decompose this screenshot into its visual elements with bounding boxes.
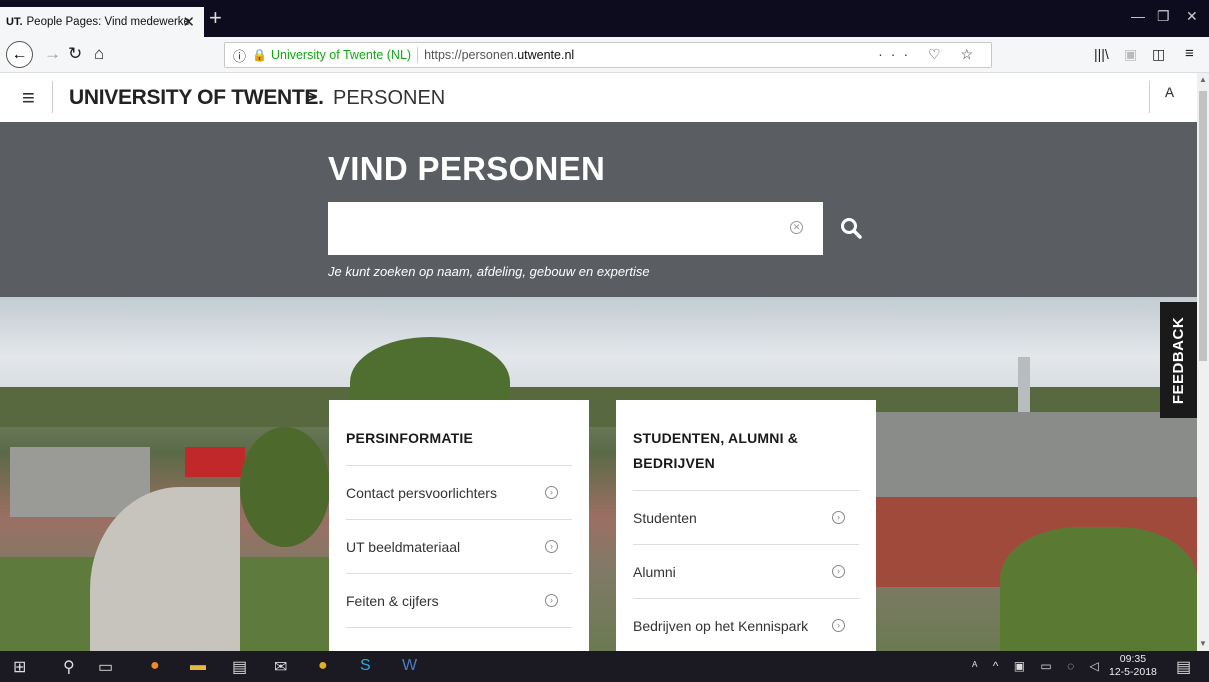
mail-icon[interactable]: ✉ [274, 657, 287, 677]
lock-icon: 🔒 [252, 48, 267, 62]
tab-title: People Pages: Vind medewerke [26, 16, 190, 28]
chevron-right-icon: › [545, 594, 558, 607]
sidebar-icon[interactable]: ◫ [1152, 46, 1165, 63]
page-scrollbar[interactable]: ▲ ▼ [1197, 73, 1209, 651]
hero-trees-right [1000, 527, 1197, 651]
list-item-label: Feiten & cijfers [346, 592, 439, 609]
user-icon[interactable]: ᴬ [1165, 85, 1174, 108]
tab-favicon: UT. [6, 16, 23, 28]
card-studenten-alumni-bedrijven: STUDENTEN, ALUMNI & BEDRIJVEN Studenten … [616, 400, 876, 651]
close-window-icon[interactable]: ✕ [1186, 8, 1198, 25]
forward-icon[interactable]: → [44, 44, 61, 64]
chevron-right-icon: › [545, 540, 558, 553]
hero-red-building [185, 447, 245, 477]
browser-tab[interactable]: UT. People Pages: Vind medewerke ✕ [0, 7, 204, 37]
list-item[interactable]: UT beeldmateriaal › [346, 520, 572, 574]
list-item[interactable]: Feiten & cijfers › [346, 574, 572, 628]
list-item[interactable]: Studenten › [633, 491, 859, 545]
reload-icon[interactable]: ↻ [68, 44, 82, 64]
hero-chimney [1018, 357, 1030, 417]
breadcrumb-separator: > [305, 84, 318, 109]
url-separator [417, 47, 419, 63]
breadcrumb[interactable]: PERSONEN [333, 87, 445, 110]
list-item-label: Studenten [633, 509, 697, 526]
scroll-down-icon[interactable]: ▼ [1199, 639, 1207, 648]
maximize-icon[interactable]: ❐ [1157, 8, 1170, 25]
list-item-label: Contact persvoorlichters [346, 484, 497, 501]
chevron-right-icon: › [545, 486, 558, 499]
card-title: STUDENTEN, ALUMNI & BEDRIJVEN [633, 400, 859, 491]
store-icon[interactable]: ▤ [232, 657, 247, 677]
list-item-label: Alumni [633, 563, 676, 580]
menu-icon[interactable]: ≡ [1185, 45, 1194, 62]
list-item[interactable]: Contact persvoorlichters › [346, 466, 572, 520]
list-item-label: UT beeldmateriaal [346, 538, 461, 555]
chevron-right-icon: › [832, 565, 845, 578]
site-identity[interactable]: University of Twente (NL) [271, 48, 411, 62]
header-divider-right [1149, 81, 1150, 113]
hamburger-icon[interactable]: ≡ [22, 85, 35, 111]
taskbar-clock[interactable]: 09:35 12-5-2018 [1109, 653, 1157, 679]
browser-tab-bar: UT. People Pages: Vind medewerke ✕ + — ❐… [0, 0, 1209, 37]
firefox-icon[interactable]: ● [150, 657, 160, 675]
list-item-label: Bedrijven op het Kennispark [633, 617, 809, 634]
word-icon[interactable]: W [402, 657, 417, 675]
skype-icon[interactable]: S [360, 657, 371, 675]
campus-hero-image [0, 297, 1197, 651]
scroll-up-icon[interactable]: ▲ [1199, 75, 1207, 84]
site-logo[interactable]: UNIVERSITY OF TWENTE. [69, 86, 324, 110]
minimize-icon[interactable]: — [1131, 8, 1145, 24]
home-icon[interactable]: ⌂ [94, 44, 104, 64]
card-title: PERSINFORMATIE [346, 400, 572, 466]
page-actions-icons[interactable]: ··· ♡ ☆ [878, 46, 981, 63]
list-item[interactable]: Bedrijven op het Kennispark › [633, 599, 859, 651]
clear-search-icon[interactable]: ✕ [790, 221, 803, 234]
info-icon[interactable]: ⓘ [233, 46, 246, 65]
search-icon[interactable] [838, 215, 866, 243]
reader-view-icon[interactable]: ▣ [1124, 46, 1137, 63]
chevron-right-icon: › [832, 511, 845, 524]
header-divider [52, 81, 53, 113]
page-title: VIND PERSONEN [328, 150, 606, 187]
site-header: ≡ UNIVERSITY OF TWENTE. > PERSONEN ᴬ [0, 73, 1197, 122]
address-bar[interactable]: ⓘ 🔒 University of Twente (NL) https://pe… [224, 42, 992, 68]
feedback-label: FEEDBACK [1170, 316, 1187, 404]
chevron-right-icon: › [832, 619, 845, 632]
clock-time: 09:35 [1119, 653, 1147, 665]
clock-date: 12-5-2018 [1109, 666, 1157, 678]
notifications-icon[interactable]: ▤ [1176, 657, 1191, 677]
new-tab-button[interactable]: + [209, 7, 222, 29]
scrollbar-thumb[interactable] [1199, 91, 1207, 361]
hero-trees-left [240, 427, 330, 547]
search-section: VIND PERSONEN ✕ Je kunt zoeken op naam, … [0, 122, 1197, 297]
start-icon[interactable]: ⊞ [13, 657, 26, 677]
list-item[interactable]: Alumni › [633, 545, 859, 599]
arrow-left-icon: ← [11, 45, 28, 63]
file-explorer-icon[interactable]: ▬ [190, 657, 206, 675]
chrome-icon[interactable]: ● [318, 657, 328, 675]
tab-close-icon[interactable]: ✕ [182, 13, 195, 31]
search-hint: Je kunt zoeken op naam, afdeling, gebouw… [328, 264, 650, 279]
task-view-icon[interactable]: ▭ [98, 657, 113, 677]
browser-nav-bar: ← → ↻ ⌂ ⓘ 🔒 University of Twente (NL) ht… [0, 37, 1209, 73]
windows-taskbar: ⊞ ⚲ ▭ ● ▬ ▤ ✉ ● S W ᴬ ^ ▣ ▭ ◌ ◁ 09:35 12… [0, 651, 1209, 682]
library-icon[interactable]: |||\ [1094, 46, 1109, 62]
search-input[interactable] [328, 202, 823, 255]
back-button[interactable]: ← [6, 41, 33, 68]
search-taskbar-icon[interactable]: ⚲ [63, 657, 75, 677]
system-tray-icons[interactable]: ᴬ ^ ▣ ▭ ◌ ◁ [972, 659, 1105, 673]
card-persinformatie: PERSINFORMATIE Contact persvoorlichters … [329, 400, 589, 651]
feedback-button[interactable]: FEEDBACK [1160, 302, 1197, 418]
url-text[interactable]: https://personen.utwente.nl [424, 48, 574, 62]
